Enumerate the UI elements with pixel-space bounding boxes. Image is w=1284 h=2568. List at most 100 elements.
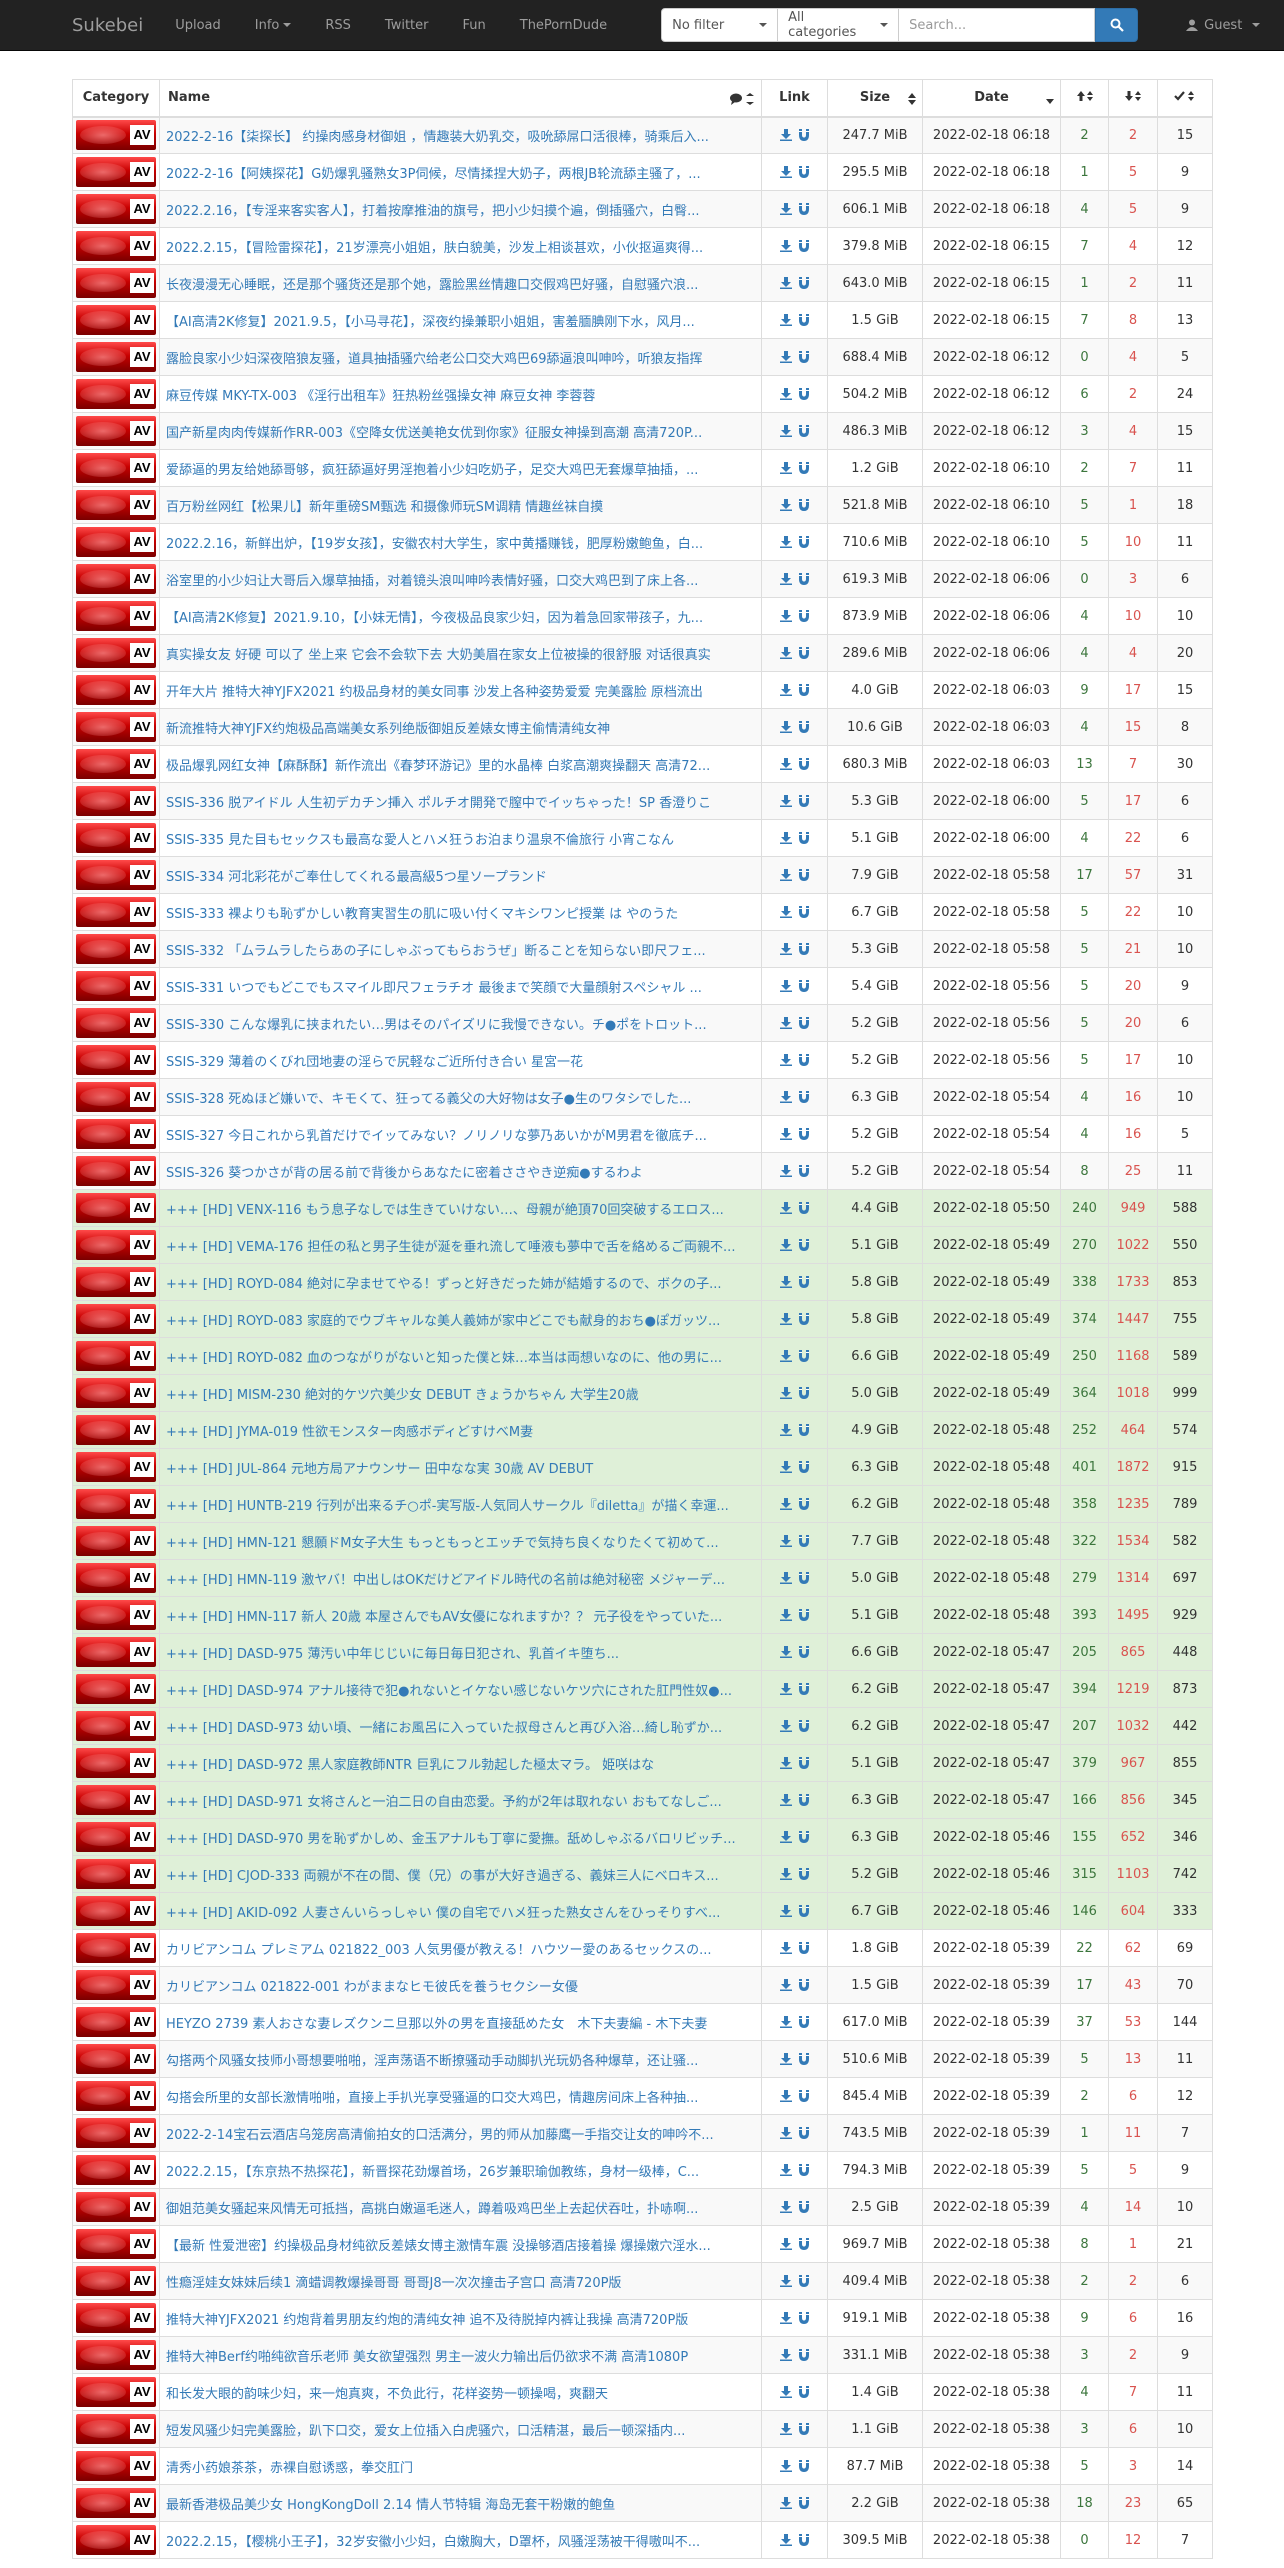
category-av-icon[interactable]: AV bbox=[76, 1785, 156, 1815]
torrent-title-link[interactable]: +++ [HD] HMN-121 懇願ドM女子大生 もっともっとエッチで気持ち良… bbox=[166, 1536, 719, 1551]
download-icon[interactable] bbox=[779, 684, 792, 696]
category-av-icon[interactable]: AV bbox=[76, 1859, 156, 1889]
magnet-icon[interactable] bbox=[798, 425, 810, 437]
torrent-title-link[interactable]: 2022.2.15，【樱桃小王子】，32岁安徽小少妇，白嫩胸大，D罩杯，风骚淫荡… bbox=[166, 2535, 700, 2550]
download-icon[interactable] bbox=[779, 1535, 792, 1547]
torrent-title-link[interactable]: +++ [HD] DASD-970 男を恥ずかしめ、金玉アナルも丁寧に愛撫。舐め… bbox=[166, 1832, 736, 1847]
category-cell[interactable]: AV bbox=[72, 1189, 160, 1227]
nav-fun[interactable]: Fun bbox=[463, 18, 486, 33]
download-icon[interactable] bbox=[779, 1313, 792, 1325]
torrent-title-link[interactable]: +++ [HD] DASD-972 黒人家庭教師NTR 巨乳にフル勃起した極太マ… bbox=[166, 1758, 654, 1773]
magnet-icon[interactable] bbox=[798, 758, 810, 770]
download-icon[interactable] bbox=[779, 2238, 792, 2250]
download-icon[interactable] bbox=[779, 1905, 792, 1917]
category-cell[interactable]: AV bbox=[72, 227, 160, 265]
category-cell[interactable]: AV bbox=[72, 1596, 160, 1634]
download-icon[interactable] bbox=[779, 1979, 792, 1991]
category-av-icon[interactable]: AV bbox=[76, 1748, 156, 1778]
torrent-title-link[interactable]: 极品爆乳网红女神【麻酥酥】新作流出《春梦环游记》里的水晶棒 白浆高潮爽操翻天 高… bbox=[166, 759, 710, 774]
download-icon[interactable] bbox=[779, 2534, 792, 2546]
torrent-title-link[interactable]: 2022.2.16，新鲜出炉，【19岁女孩】，安徽农村大学生，家中黄播赚钱，肥厚… bbox=[166, 537, 703, 552]
torrent-title-link[interactable]: 清秀小药娘茶茶，赤裸自慰诱惑，拳交肛门 bbox=[166, 2461, 413, 2476]
torrent-title-link[interactable]: +++ [HD] VENX-116 もう息子なしでは生きていけない…、母親が絶頂… bbox=[166, 1203, 724, 1218]
download-icon[interactable] bbox=[779, 1128, 792, 1140]
download-icon[interactable] bbox=[779, 1350, 792, 1362]
category-cell[interactable]: AV bbox=[72, 819, 160, 857]
category-cell[interactable]: AV bbox=[72, 930, 160, 968]
category-cell[interactable]: AV bbox=[72, 1041, 160, 1079]
category-select[interactable]: All categories bbox=[778, 8, 900, 42]
brand-logo[interactable]: Sukebei bbox=[72, 15, 143, 36]
download-icon[interactable] bbox=[779, 2275, 792, 2287]
magnet-icon[interactable] bbox=[798, 1942, 810, 1954]
category-av-icon[interactable]: AV bbox=[76, 1896, 156, 1926]
magnet-icon[interactable] bbox=[798, 1276, 810, 1288]
category-cell[interactable]: AV bbox=[72, 2373, 160, 2411]
category-av-icon[interactable]: AV bbox=[76, 1637, 156, 1667]
category-cell[interactable]: AV bbox=[72, 412, 160, 450]
magnet-icon[interactable] bbox=[798, 1128, 810, 1140]
category-av-icon[interactable]: AV bbox=[76, 2414, 156, 2444]
download-icon[interactable] bbox=[779, 832, 792, 844]
category-av-icon[interactable]: AV bbox=[76, 1156, 156, 1186]
category-av-icon[interactable]: AV bbox=[76, 2044, 156, 2074]
torrent-title-link[interactable]: +++ [HD] CJOD-333 両親が不在の間、僕（兄）の事が大好き過ぎる、… bbox=[166, 1869, 719, 1884]
category-cell[interactable]: AV bbox=[72, 1263, 160, 1301]
category-cell[interactable]: AV bbox=[72, 671, 160, 709]
download-icon[interactable] bbox=[779, 1387, 792, 1399]
download-icon[interactable] bbox=[779, 2312, 792, 2324]
category-av-icon[interactable]: AV bbox=[76, 2266, 156, 2296]
download-icon[interactable] bbox=[779, 2201, 792, 2213]
category-av-icon[interactable]: AV bbox=[76, 1711, 156, 1741]
magnet-icon[interactable] bbox=[798, 1387, 810, 1399]
torrent-title-link[interactable]: SSIS-333 裸よりも恥ずかしい教育実習生の肌に吸い付くマキシワンピ授業 は… bbox=[166, 907, 678, 922]
category-av-icon[interactable]: AV bbox=[76, 1526, 156, 1556]
download-icon[interactable] bbox=[779, 2497, 792, 2509]
download-icon[interactable] bbox=[779, 351, 792, 363]
download-icon[interactable] bbox=[779, 1054, 792, 1066]
torrent-title-link[interactable]: 【最新 性爱泄密】约操极品身材纯欲反差婊女博主激情车震 没操够酒店接着操 爆操嫩… bbox=[166, 2239, 711, 2254]
download-icon[interactable] bbox=[779, 906, 792, 918]
magnet-icon[interactable] bbox=[798, 2053, 810, 2065]
category-cell[interactable]: AV bbox=[72, 1707, 160, 1745]
torrent-title-link[interactable]: SSIS-326 葵つかさが背の居る前で背後からあなたに密着ささやき逆痴●するわ… bbox=[166, 1166, 643, 1181]
torrent-title-link[interactable]: +++ [HD] ROYD-082 血のつながりがないと知った僕と妹…本当は両想… bbox=[166, 1351, 722, 1366]
category-av-icon[interactable]: AV bbox=[76, 416, 156, 446]
category-cell[interactable]: AV bbox=[72, 1226, 160, 1264]
torrent-title-link[interactable]: 百万粉丝网红【松果儿】新年重磅SM甄选 和摄像师玩SM调精 情趣丝袜自摸 bbox=[166, 500, 603, 515]
category-cell[interactable]: AV bbox=[72, 1411, 160, 1449]
category-av-icon[interactable]: AV bbox=[76, 342, 156, 372]
torrent-title-link[interactable]: +++ [HD] DASD-975 薄汚い中年じじいに毎日毎日犯され、乳首イキ堕… bbox=[166, 1647, 619, 1662]
magnet-icon[interactable] bbox=[798, 2497, 810, 2509]
torrent-title-link[interactable]: 最新香港极品美少女 HongKongDoll 2.14 情人节特辑 海岛无套干粉… bbox=[166, 2498, 615, 2513]
category-av-icon[interactable]: AV bbox=[76, 268, 156, 298]
download-icon[interactable] bbox=[779, 1831, 792, 1843]
torrent-title-link[interactable]: +++ [HD] DASD-973 幼い頃、一緒にお風呂に入っていた叔母さんと再… bbox=[166, 1721, 722, 1736]
category-cell[interactable]: AV bbox=[72, 856, 160, 894]
category-av-icon[interactable]: AV bbox=[76, 934, 156, 964]
magnet-icon[interactable] bbox=[798, 2164, 810, 2176]
category-av-icon[interactable]: AV bbox=[76, 527, 156, 557]
category-cell[interactable]: AV bbox=[72, 2336, 160, 2374]
download-icon[interactable] bbox=[779, 2016, 792, 2028]
torrent-title-link[interactable]: 2022.2.15，【冒险雷探花】，21岁漂亮小姐姐，肤白貌美，沙发上相谈甚欢，… bbox=[166, 241, 703, 256]
torrent-title-link[interactable]: 2022-2-14宝石云酒店乌笼房高清偷拍女的口活满分，男的师从加藤鹰一手指交让… bbox=[166, 2128, 714, 2143]
category-cell[interactable]: AV bbox=[72, 1152, 160, 1190]
download-icon[interactable] bbox=[779, 2090, 792, 2102]
category-cell[interactable]: AV bbox=[72, 264, 160, 302]
category-cell[interactable]: AV bbox=[72, 2299, 160, 2337]
torrent-title-link[interactable]: 爱舔逼的男友给她舔哥够，疯狂舔逼好男淫抱着小少妇吃奶子，足交大鸡巴无套爆草抽插，… bbox=[166, 463, 698, 478]
magnet-icon[interactable] bbox=[798, 462, 810, 474]
magnet-icon[interactable] bbox=[798, 1794, 810, 1806]
category-av-icon[interactable]: AV bbox=[76, 1193, 156, 1223]
category-cell[interactable]: AV bbox=[72, 745, 160, 783]
category-av-icon[interactable]: AV bbox=[76, 1267, 156, 1297]
category-cell[interactable]: AV bbox=[72, 116, 160, 154]
category-cell[interactable]: AV bbox=[72, 1966, 160, 2004]
torrent-title-link[interactable]: 勾搭两个风骚女技师小哥想要啪啪，淫声荡语不断撩骚动手动脚扒光玩奶各种爆草，还让骚… bbox=[166, 2054, 698, 2069]
category-av-icon[interactable]: AV bbox=[76, 2303, 156, 2333]
category-cell[interactable]: AV bbox=[72, 1300, 160, 1338]
download-icon[interactable] bbox=[779, 1646, 792, 1658]
torrent-title-link[interactable]: SSIS-336 脱アイドル 人生初デカチン挿入 ポルチオ開発で膣中でイッちゃっ… bbox=[166, 796, 711, 811]
category-av-icon[interactable]: AV bbox=[76, 2118, 156, 2148]
